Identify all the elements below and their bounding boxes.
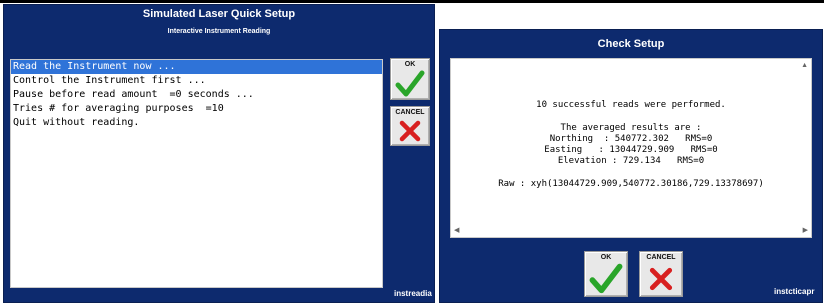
- message-line-raw: Raw : xyh(13044729.909,540772.30186,729.…: [498, 179, 764, 189]
- message-box: 10 successful reads were performed. The …: [450, 58, 812, 238]
- x-icon: [649, 267, 673, 291]
- check-setup-window: Check Setup 10 successful reads were per…: [439, 29, 823, 303]
- ok-button[interactable]: OK: [584, 251, 628, 297]
- footer-code: instcticapr: [774, 287, 815, 296]
- option-pause[interactable]: Pause before read amount =0 seconds ...: [11, 88, 382, 102]
- scroll-up-arrow[interactable]: ▲: [801, 62, 808, 69]
- option-read-now[interactable]: Read the Instrument now ...: [11, 60, 382, 74]
- option-control-first[interactable]: Control the Instrument first ...: [11, 74, 382, 88]
- option-tries[interactable]: Tries # for averaging purposes =10: [11, 102, 382, 116]
- message-line-easting: Easting : 13044729.909 RMS=0: [544, 145, 718, 155]
- options-list: Read the Instrument now ... Control the …: [10, 59, 383, 288]
- window-title: Check Setup: [597, 38, 665, 50]
- top-border: [0, 0, 824, 3]
- ok-button[interactable]: OK: [390, 58, 430, 100]
- window-subtitle: Interactive Instrument Reading: [167, 28, 271, 35]
- message-line-northing: Northing : 540772.302 RMS=0: [549, 134, 713, 144]
- message-line-reads: 10 successful reads were performed.: [536, 100, 726, 110]
- ok-label: OK: [404, 61, 416, 68]
- window-title: Simulated Laser Quick Setup: [142, 8, 296, 20]
- cancel-button[interactable]: CANCEL: [639, 251, 683, 297]
- scroll-left-arrow[interactable]: ◀: [454, 227, 459, 234]
- cancel-label: CANCEL: [395, 109, 425, 116]
- cancel-label: CANCEL: [646, 254, 676, 261]
- check-icon: [395, 70, 425, 97]
- footer-code: instreadia: [394, 289, 432, 298]
- cancel-button[interactable]: CANCEL: [390, 106, 430, 146]
- scroll-right-arrow[interactable]: ▶: [803, 227, 808, 234]
- message-line-elevation: Elevation : 729.134 RMS=0: [557, 156, 705, 166]
- check-icon: [589, 263, 623, 294]
- quick-setup-window: Simulated Laser Quick Setup Interactive …: [3, 4, 435, 303]
- message-line-averaged: The averaged results are :: [560, 123, 702, 133]
- x-icon: [399, 120, 421, 142]
- option-quit[interactable]: Quit without reading.: [11, 116, 382, 130]
- ok-label: OK: [600, 254, 612, 261]
